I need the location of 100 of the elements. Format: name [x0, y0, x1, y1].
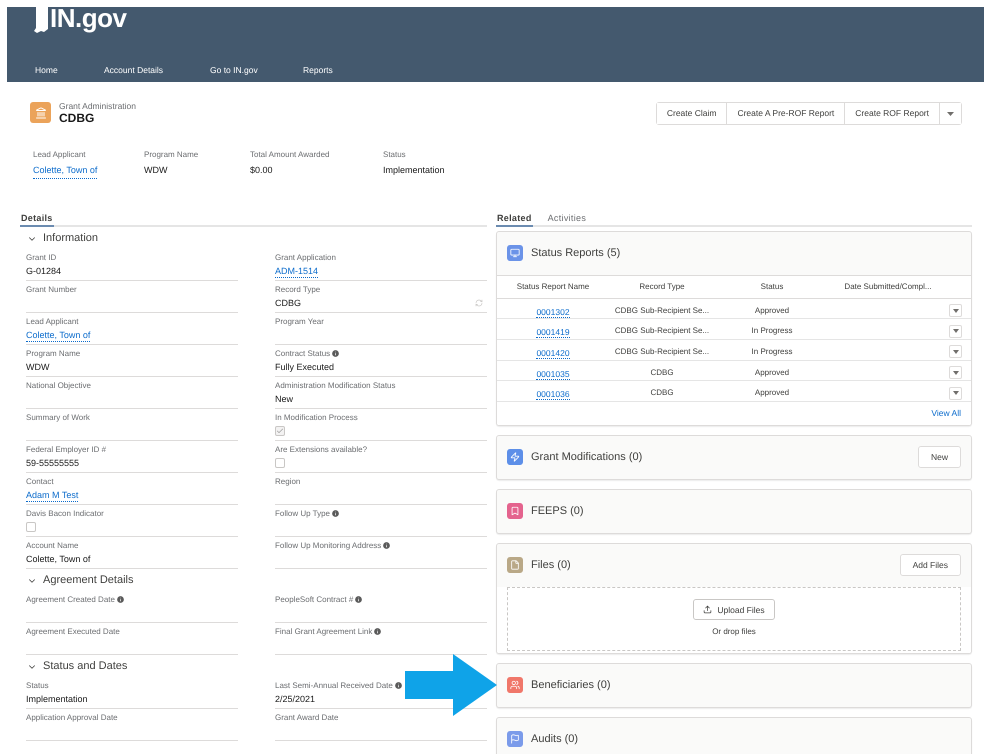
info-icon[interactable]	[354, 595, 364, 604]
info-icon[interactable]	[331, 349, 340, 358]
field-label: Program Year	[275, 316, 324, 326]
field-value: 2/25/2021	[275, 694, 316, 704]
field-label: Record Type	[275, 284, 320, 294]
field-value: Fully Executed	[275, 362, 334, 372]
section-title[interactable]: Agreement Details	[43, 572, 134, 589]
card-title[interactable]: FEEPS (0)	[531, 503, 961, 520]
field-label: Final Grant Agreement Link	[275, 626, 372, 636]
field-label: Status	[26, 680, 49, 690]
row-menu-button[interactable]	[949, 386, 962, 400]
column-header: Date Submitted/Compl...	[843, 280, 933, 292]
caret-icon	[952, 391, 958, 396]
field-label: Summary of Work	[26, 412, 90, 422]
table-cell-text: CDBG Sub-Recipient Se...	[614, 325, 710, 338]
bank-icon	[30, 102, 51, 123]
field-label: Contract Status	[275, 348, 330, 358]
info-icon[interactable]	[331, 509, 340, 518]
card-title[interactable]: Beneficiaries (0)	[531, 677, 961, 694]
field-label: Federal Employer ID #	[26, 444, 106, 454]
field-value: New	[275, 394, 294, 404]
card-title[interactable]: Files (0)	[531, 557, 892, 574]
table-cell-text: Approved	[754, 387, 790, 400]
field-label: Last Semi-Annual Received Date	[275, 680, 393, 690]
field-link[interactable]: Colette, Town of	[26, 330, 90, 342]
state-shape-icon	[34, 4, 48, 33]
nav-link[interactable]: Home	[35, 64, 104, 76]
report-link[interactable]: 0001420	[536, 348, 570, 359]
field-value: WDW	[26, 362, 50, 372]
highlight-label: Total Amount Awarded	[250, 149, 330, 161]
report-link[interactable]: 0001419	[536, 327, 570, 338]
table-cell-text: In Progress	[750, 346, 794, 358]
row-menu-button[interactable]	[949, 345, 962, 358]
info-icon[interactable]	[373, 627, 382, 636]
highlight-value: Implementation	[383, 164, 446, 177]
tab[interactable]: Activities	[546, 210, 588, 226]
nav-link[interactable]: Reports	[303, 64, 363, 76]
action-button[interactable]: Create Claim	[656, 103, 728, 124]
highlight-label: Lead Applicant	[33, 149, 86, 161]
section-title[interactable]: Information	[43, 230, 98, 247]
highlight-link[interactable]: Colette, Town of	[33, 164, 98, 178]
card-title[interactable]: Grant Modifications (0)	[531, 449, 910, 466]
card-button[interactable]: New	[918, 446, 961, 468]
field-link[interactable]: Adam M Test	[26, 490, 78, 502]
tab[interactable]: Details	[20, 210, 54, 226]
caret-icon	[952, 350, 958, 354]
field-label: Agreement Created Date	[26, 594, 115, 604]
info-icon[interactable]	[382, 541, 392, 550]
drop-hint: Or drop files	[712, 626, 756, 638]
card-button[interactable]: Add Files	[900, 554, 961, 576]
card-title[interactable]: Status Reports (5)	[531, 244, 961, 262]
info-icon[interactable]	[394, 681, 403, 690]
caret-icon	[952, 329, 958, 334]
field-label: Contact	[26, 476, 54, 486]
field-label: Davis Bacon Indicator	[26, 508, 104, 518]
field-label: Application Approval Date	[26, 712, 118, 722]
drop-zone[interactable]: Upload Files Or drop files	[507, 586, 961, 651]
table-cell-text: CDBG Sub-Recipient Se...	[614, 304, 710, 316]
table-cell-text: Approved	[754, 304, 790, 316]
nav-link[interactable]: Go to IN.gov	[210, 64, 303, 76]
card-title[interactable]: Audits (0)	[531, 731, 961, 748]
object-name: Grant Administration	[59, 100, 136, 110]
table-cell-text: CDBG	[649, 387, 675, 400]
field-label: Grant Number	[26, 284, 77, 294]
field-label: Grant Award Date	[275, 712, 338, 722]
field-label: Administration Modification Status	[275, 380, 396, 390]
field-label: Grant ID	[26, 252, 56, 262]
upload-icon	[703, 605, 712, 614]
field-label: Lead Applicant	[26, 316, 78, 326]
row-menu-button[interactable]	[949, 324, 962, 338]
caret-icon	[947, 112, 954, 116]
site-logo[interactable]: IN.gov	[50, 3, 126, 33]
record-title: CDBG	[59, 110, 96, 124]
table-cell-text: Approved	[754, 366, 790, 379]
view-all-link[interactable]: View All	[931, 407, 961, 420]
highlight-label: Status	[383, 149, 407, 161]
field-link[interactable]: ADM-1514	[275, 266, 318, 278]
highlight-label: Program Name	[144, 149, 200, 161]
column-header: Record Type	[638, 280, 686, 292]
report-link[interactable]: 0001035	[536, 368, 570, 380]
field-label: Are Extensions available?	[275, 444, 368, 454]
field-value: Implementation	[26, 694, 88, 704]
caret-icon	[952, 308, 958, 312]
nav-link[interactable]: Account Details	[104, 64, 210, 76]
row-menu-button[interactable]	[949, 304, 962, 317]
highlight-value: WDW	[144, 164, 168, 177]
tab[interactable]: Related	[496, 210, 533, 226]
field-label: Region	[275, 476, 300, 486]
report-link[interactable]: 0001302	[536, 306, 570, 318]
table-cell-text: CDBG Sub-Recipient Se...	[614, 346, 710, 358]
highlight-value: $0.00	[250, 164, 274, 177]
info-icon[interactable]	[116, 595, 125, 604]
report-link[interactable]: 0001036	[536, 389, 570, 400]
column-header: Status	[760, 280, 784, 292]
field-label: Program Name	[26, 348, 80, 358]
upload-button[interactable]: Upload Files	[693, 599, 775, 620]
row-menu-button[interactable]	[949, 366, 962, 380]
field-label: Follow Up Type	[275, 508, 330, 518]
section-title[interactable]: Status and Dates	[43, 658, 128, 675]
table-cell-text: CDBG	[649, 366, 675, 379]
